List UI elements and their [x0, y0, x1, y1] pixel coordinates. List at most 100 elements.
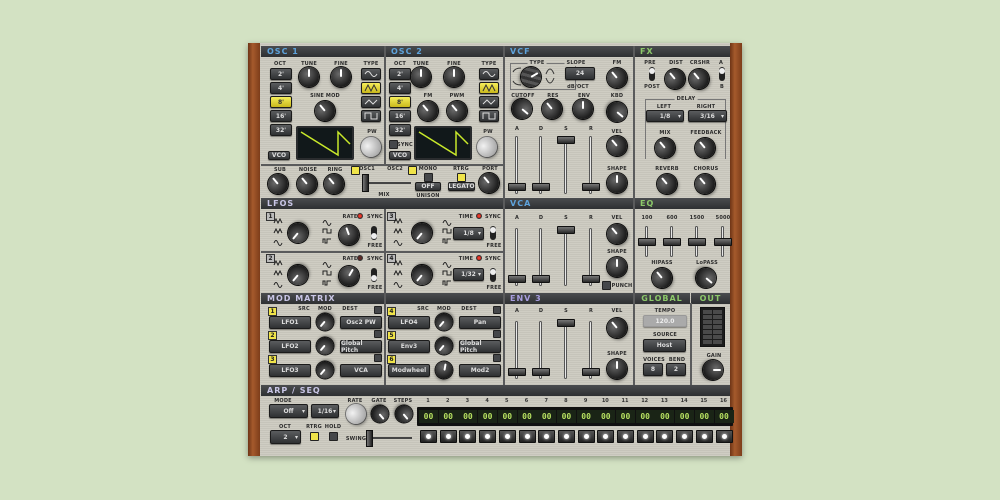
step-9-value[interactable]: 00: [576, 410, 596, 423]
step-5-value[interactable]: 00: [497, 410, 517, 423]
osc1-type-sine[interactable]: [361, 68, 381, 80]
step-7-value[interactable]: 00: [537, 410, 557, 423]
osc1-tune-knob[interactable]: [299, 67, 319, 87]
osc1-type-triangle[interactable]: [361, 96, 381, 108]
vcf-shape-knob[interactable]: [607, 173, 627, 193]
step-12-value[interactable]: 00: [635, 410, 655, 423]
punch-button[interactable]: [602, 281, 611, 290]
osc1-vco-button[interactable]: VCO: [268, 151, 290, 160]
step-7-button[interactable]: [538, 430, 556, 443]
tempo-field[interactable]: 120.0: [643, 315, 687, 327]
mod-slot-2-invert-icon[interactable]: [374, 330, 382, 338]
osc1-oct-2[interactable]: 2': [270, 68, 292, 80]
lfo3-sync-toggle[interactable]: [490, 226, 496, 240]
osc2-tune-knob[interactable]: [411, 67, 431, 87]
fader-handle[interactable]: [714, 238, 732, 246]
mod-slot-1-destination[interactable]: Osc2 PW: [340, 316, 382, 329]
swing-slider-handle[interactable]: [366, 430, 373, 447]
mix-slider-handle[interactable]: [362, 174, 369, 192]
mod-slot-5-destination[interactable]: Global Pitch: [459, 340, 501, 354]
step-6-button[interactable]: [518, 430, 536, 443]
delay-left-dropdown[interactable]: 1/8: [646, 110, 684, 122]
osc2-oct-4[interactable]: 4': [389, 82, 411, 94]
vca-sustain-fader[interactable]: [564, 228, 567, 286]
voices-field[interactable]: 8: [643, 363, 663, 376]
step-8-button[interactable]: [557, 430, 575, 443]
step-1-button[interactable]: [420, 430, 437, 443]
osc2-type-sine[interactable]: [479, 68, 499, 80]
osc1-oct-16[interactable]: 16': [270, 110, 292, 122]
osc1-type-square[interactable]: [361, 110, 381, 122]
mod-slot-1-source[interactable]: LFO1: [269, 316, 311, 329]
arp-rate-dropdown[interactable]: 1/16: [311, 404, 339, 418]
mod-slot-4-invert-icon[interactable]: [493, 306, 501, 314]
osc1-fine-knob[interactable]: [331, 67, 351, 87]
fader-handle[interactable]: [557, 226, 575, 234]
delay-right-dropdown[interactable]: 3/16: [688, 110, 727, 122]
step-12-button[interactable]: [636, 430, 654, 443]
mod-slot-5-source[interactable]: Env3: [388, 340, 430, 353]
step-10-value[interactable]: 00: [596, 410, 616, 423]
slope-selector[interactable]: 24: [565, 67, 595, 80]
step-10-button[interactable]: [597, 430, 615, 443]
step-15-value[interactable]: 00: [694, 410, 714, 423]
step-8-value[interactable]: 00: [556, 410, 576, 423]
step-16-button[interactable]: [715, 430, 733, 443]
osc1-oct-8[interactable]: 8': [270, 96, 292, 108]
fader-handle[interactable]: [532, 183, 550, 191]
fader-handle[interactable]: [663, 238, 681, 246]
gain-knob[interactable]: [703, 360, 723, 380]
mod-slot-2-destination[interactable]: Global Pitch: [340, 340, 382, 354]
lfo4-time-dropdown[interactable]: 1/32: [453, 268, 484, 281]
step-14-value[interactable]: 00: [675, 410, 695, 423]
step-1-value[interactable]: 00: [419, 410, 438, 423]
source-selector[interactable]: Host: [643, 339, 686, 352]
rtrg-button[interactable]: [457, 173, 466, 182]
step-2-value[interactable]: 00: [438, 410, 458, 423]
arp-mode-dropdown[interactable]: Off: [269, 404, 308, 418]
step-16-value[interactable]: 00: [714, 410, 734, 423]
pre-post-toggle[interactable]: [649, 67, 655, 81]
mod-slot-6-destination[interactable]: Mod2: [459, 364, 501, 377]
vcf-sustain-fader[interactable]: [564, 136, 567, 194]
arp-oct-dropdown[interactable]: 2: [270, 430, 301, 444]
mod-slot-1-invert-icon[interactable]: [374, 306, 382, 314]
fader-handle[interactable]: [582, 275, 600, 283]
mod-slot-5-invert-icon[interactable]: [493, 330, 501, 338]
legato-button[interactable]: LEGATO: [448, 182, 475, 191]
fader-handle[interactable]: [508, 183, 526, 191]
fader-handle[interactable]: [508, 368, 526, 376]
lfo3-time-dropdown[interactable]: 1/8: [453, 227, 484, 240]
mod-slot-3-invert-icon[interactable]: [374, 354, 382, 362]
env-knob[interactable]: [573, 99, 593, 119]
osc2-fine-knob[interactable]: [444, 67, 464, 87]
step-6-value[interactable]: 00: [517, 410, 537, 423]
osc2-type-saw[interactable]: [479, 82, 499, 94]
fader-handle[interactable]: [582, 368, 600, 376]
step-11-button[interactable]: [617, 430, 634, 443]
mono-button[interactable]: [424, 173, 433, 182]
step-15-button[interactable]: [695, 430, 713, 443]
step-5-button[interactable]: [498, 430, 516, 443]
bend-field[interactable]: 2: [666, 363, 686, 376]
step-9-button[interactable]: [577, 430, 595, 443]
arp-rtrg-button[interactable]: [310, 432, 319, 441]
mod-slot-2-source[interactable]: LFO2: [269, 340, 311, 353]
step-13-value[interactable]: 00: [655, 410, 675, 423]
osc2-type-triangle[interactable]: [479, 96, 499, 108]
step-3-value[interactable]: 00: [458, 410, 478, 423]
osc2-vco-button[interactable]: VCO: [389, 151, 411, 160]
osc2-oct-2[interactable]: 2': [389, 68, 411, 80]
env3-shape-knob[interactable]: [607, 359, 627, 379]
osc2-enable-button[interactable]: [408, 166, 417, 175]
osc2-oct-16[interactable]: 16': [389, 110, 411, 122]
mod-slot-3-source[interactable]: LFO3: [269, 364, 311, 377]
step-4-button[interactable]: [479, 430, 497, 443]
fader-handle[interactable]: [532, 368, 550, 376]
osc1-oct-32[interactable]: 32': [270, 124, 292, 136]
fader-handle[interactable]: [557, 319, 575, 327]
vca-shape-knob[interactable]: [607, 257, 627, 277]
osc1-type-saw[interactable]: [361, 82, 381, 94]
env3-sustain-fader[interactable]: [564, 321, 567, 379]
step-4-value[interactable]: 00: [478, 410, 498, 423]
